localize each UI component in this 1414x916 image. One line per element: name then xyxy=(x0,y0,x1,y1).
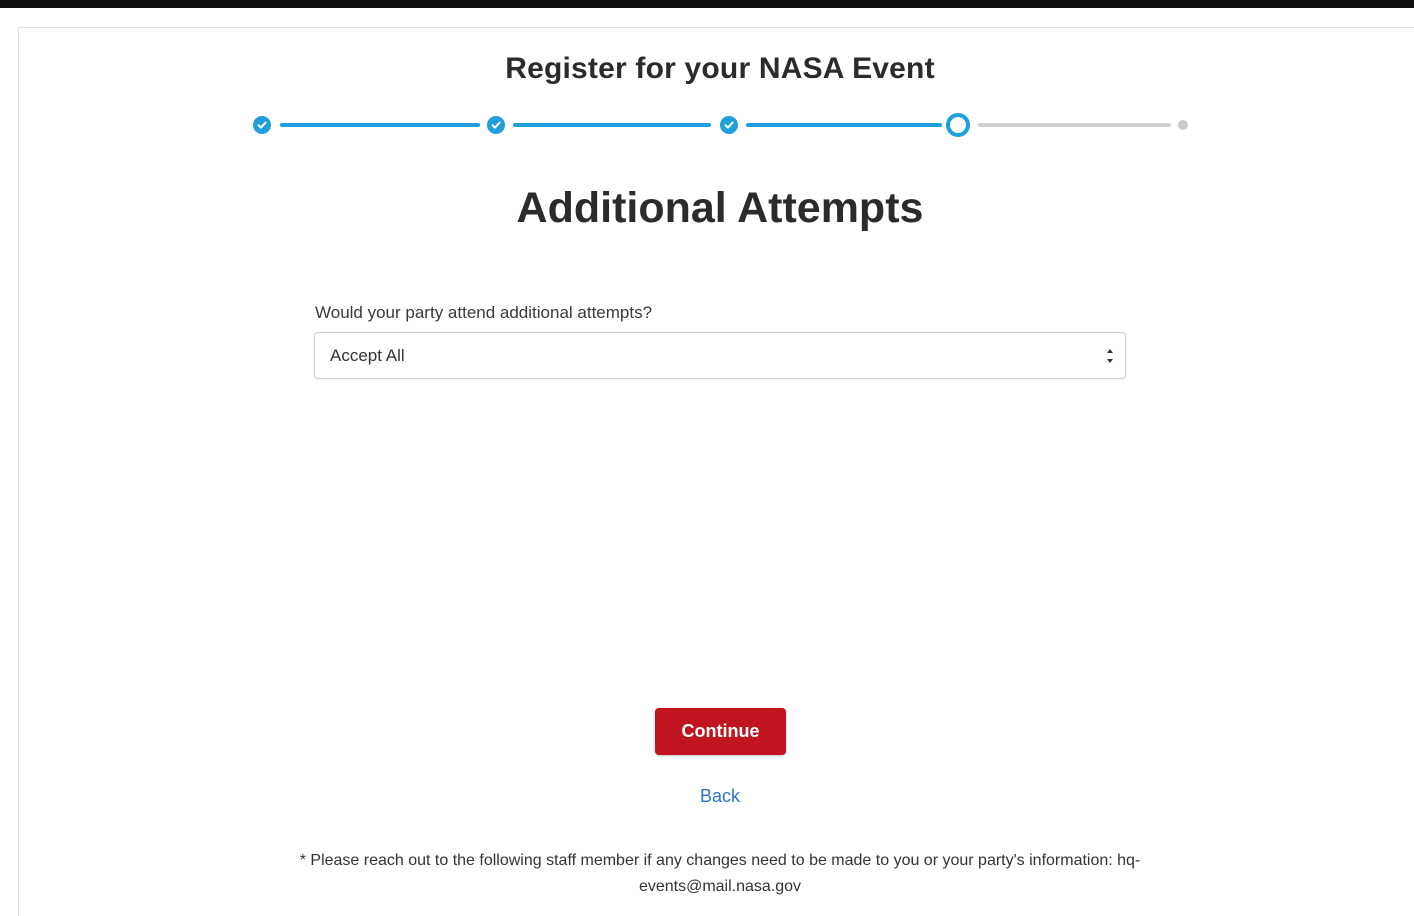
registration-card xyxy=(18,27,1414,916)
step-connector-1 xyxy=(280,123,480,127)
checkmark-icon xyxy=(724,121,734,129)
step-4-current xyxy=(946,113,970,137)
step-connector-2 xyxy=(513,123,711,127)
select-value: Accept All xyxy=(330,346,405,365)
step-connector-3 xyxy=(746,123,942,127)
continue-button[interactable]: Continue xyxy=(655,708,786,755)
checkmark-icon xyxy=(491,121,501,129)
additional-attempts-select[interactable]: Accept All xyxy=(314,332,1126,379)
contact-footnote: * Please reach out to the following staf… xyxy=(299,852,1141,895)
section-title: Additional Attempts xyxy=(516,184,924,232)
select-arrows-icon xyxy=(1107,349,1113,363)
step-1-complete xyxy=(253,116,271,134)
progress-stepper xyxy=(0,0,1414,160)
step-5-upcoming xyxy=(1178,120,1188,130)
checkmark-icon xyxy=(257,121,267,129)
back-link[interactable]: Back xyxy=(0,786,1414,807)
step-connector-4 xyxy=(978,123,1171,127)
step-3-complete xyxy=(720,116,738,134)
additional-attempts-label: Would your party attend additional attem… xyxy=(315,303,653,322)
step-2-complete xyxy=(487,116,505,134)
